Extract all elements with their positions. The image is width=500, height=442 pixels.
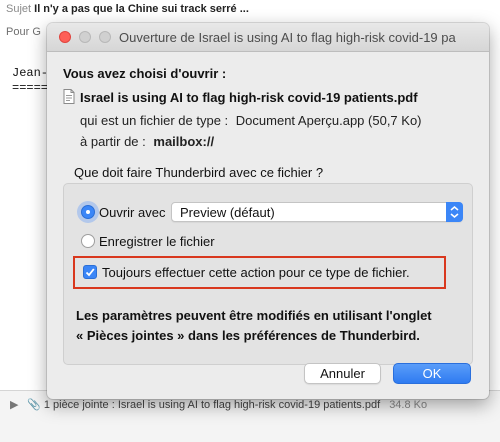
file-source-label: à partir de :	[80, 134, 146, 149]
close-window-button[interactable]	[59, 31, 71, 43]
attachment-row[interactable]: ▶ 📎 1 pièce jointe : Israel is using AI …	[10, 398, 427, 411]
always-do-label[interactable]: Toujours effectuer cette action pour ce …	[102, 265, 410, 280]
zoom-window-button[interactable]	[99, 31, 111, 43]
minimize-window-button[interactable]	[79, 31, 91, 43]
dialog-heading: Vous avez choisi d'ouvrir :	[63, 66, 227, 81]
save-file-radio[interactable]	[81, 234, 95, 248]
application-select-value: Preview (défaut)	[180, 205, 275, 220]
preferences-note-line: « Pièces jointes » dans les préférences …	[76, 328, 420, 343]
save-file-label[interactable]: Enregistrer le fichier	[99, 234, 215, 249]
file-type-label: qui est un fichier de type :	[80, 113, 229, 128]
open-with-label[interactable]: Ouvrir avec	[99, 205, 165, 220]
file-name: Israel is using AI to flag high-risk cov…	[80, 90, 418, 105]
preferences-note: Les paramètres peuvent être modifiés en …	[76, 306, 466, 346]
dialog-title: Ouverture de Israel is using AI to flag …	[119, 30, 456, 45]
file-source-row: à partir de : mailbox://	[80, 134, 214, 149]
pdf-file-icon	[63, 89, 75, 104]
recipient-row: Pour G	[6, 26, 41, 38]
ok-button[interactable]: OK	[393, 363, 471, 384]
recipient-value: G	[32, 26, 41, 38]
attachment-text: 1 pièce jointe : Israel is using AI to f…	[43, 399, 381, 411]
attachment-size: 34.8 Ko	[389, 399, 428, 411]
checkmark-icon	[85, 268, 95, 277]
subject-label: Sujet	[6, 3, 32, 15]
open-with-radio[interactable]	[81, 205, 95, 219]
cancel-button[interactable]: Annuler	[304, 363, 381, 384]
file-type-value: Document Aperçu.app (50,7 Ko)	[235, 113, 422, 128]
application-select[interactable]: Preview (défaut)	[171, 202, 463, 222]
recipient-label: Pour	[6, 26, 30, 38]
action-question: Que doit faire Thunderbird avec ce fichi…	[74, 165, 324, 180]
subject-row: Sujet Il n'y a pas que la Chine sui trac…	[6, 3, 249, 15]
select-arrows-icon	[446, 202, 463, 222]
paperclip-icon: 📎	[27, 399, 41, 411]
preferences-note-line: Les paramètres peuvent être modifiés en …	[76, 308, 432, 323]
dialog-titlebar[interactable]: Ouverture de Israel is using AI to flag …	[47, 23, 489, 52]
subject-value: Il n'y a pas que la Chine sui track serr…	[34, 3, 249, 15]
open-file-dialog: Ouverture de Israel is using AI to flag …	[47, 23, 489, 399]
always-do-checkbox[interactable]	[83, 265, 97, 279]
file-type-row: qui est un fichier de type : Document Ap…	[80, 113, 422, 128]
file-source-value: mailbox://	[153, 134, 215, 149]
disclosure-triangle-icon[interactable]: ▶	[10, 398, 24, 411]
